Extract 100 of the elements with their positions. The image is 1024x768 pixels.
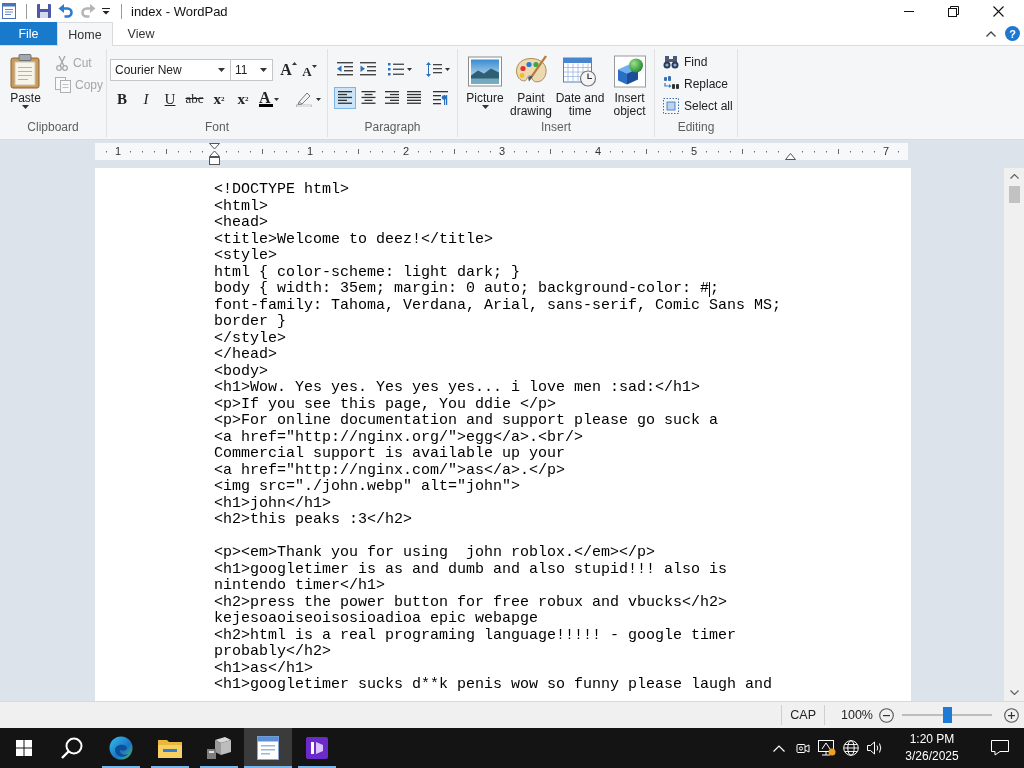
bullet-list-icon	[388, 62, 404, 76]
grow-font-button[interactable]: A	[278, 59, 299, 81]
code-line: </style>	[214, 330, 286, 347]
file-menu-button[interactable]: File	[0, 22, 57, 45]
caret-up-icon	[1009, 174, 1019, 179]
code-line: <h2>this peaks :3</h2>	[214, 512, 413, 529]
caret-icon	[407, 67, 412, 71]
ribbon-tab[interactable]: View	[113, 22, 169, 45]
copy-icon	[55, 77, 71, 93]
strikethrough-button[interactable]: abc	[182, 88, 207, 110]
help-button[interactable]: ?	[1005, 26, 1020, 41]
font-color-button[interactable]: A	[255, 88, 291, 110]
code-line: body { width: 35em; margin: 0 auto; background-color: #	[214, 281, 710, 298]
caret-up-icon	[291, 62, 297, 65]
scrollbar-thumb[interactable]	[1008, 186, 1020, 203]
line-spacing-icon	[426, 61, 442, 77]
insert-object-button[interactable]: Insert object	[606, 52, 653, 118]
shrink-font-button[interactable]: A	[299, 59, 320, 81]
italic-button[interactable]: I	[134, 88, 158, 110]
caps-lock-indicator: CAP	[789, 708, 817, 722]
group-label: Font	[204, 119, 230, 136]
code-line: <body>	[214, 363, 268, 380]
replace-button[interactable]: Replace	[660, 73, 737, 95]
picture-button[interactable]: Picture	[462, 52, 508, 118]
zoom-out-button[interactable]	[878, 706, 895, 724]
clock-time[interactable]: 1:20 PM	[909, 731, 955, 748]
increase-indent-icon	[360, 62, 376, 76]
select-all-button[interactable]: Select all	[660, 95, 737, 117]
superscript-button[interactable]: x$^{2}$	[231, 88, 255, 110]
align-right-icon	[383, 91, 399, 104]
justify-icon	[406, 91, 422, 104]
chevron-up-icon	[773, 744, 785, 752]
paint-drawing-button[interactable]: Paint drawing	[508, 52, 554, 118]
zoom-percentage: 100%	[841, 708, 873, 722]
group-label: Paragraph	[363, 119, 422, 136]
undo-button[interactable]	[56, 1, 76, 21]
calendar-clock-icon	[563, 55, 597, 88]
scissors-icon	[55, 55, 69, 71]
code-line: <head>	[214, 215, 268, 232]
windows-logo-icon	[16, 740, 32, 756]
close-icon	[993, 5, 1004, 17]
caret-icon	[22, 105, 29, 109]
document-icon	[257, 736, 279, 760]
font-name-field[interactable]: Courier New	[110, 59, 231, 81]
text-cursor	[709, 281, 711, 297]
speech-bubble-icon	[991, 740, 1009, 756]
taskbar-button[interactable]	[244, 728, 292, 768]
align-left-icon	[337, 91, 353, 104]
clipboard-icon	[10, 54, 41, 89]
code-line: Commercial support is available up your	[214, 446, 566, 463]
ribbon-tab[interactable]: Home	[57, 22, 113, 46]
code-line: <h2>press the power button for free robux and vbucks</h2>	[214, 594, 728, 611]
align-left-button[interactable]	[334, 86, 356, 109]
code-line: <style>	[214, 248, 277, 265]
slider-thumb[interactable]	[942, 707, 952, 723]
clock-date[interactable]: 3/26/2025	[905, 748, 959, 765]
find-button[interactable]: Find	[660, 51, 737, 73]
code-line: <p>If you see this page, You ddie </p>	[214, 396, 557, 413]
minimize-icon	[903, 10, 914, 12]
align-center-icon	[360, 91, 376, 104]
code-line: <img src="./john.webp" alt="john">	[214, 479, 521, 496]
globe-icon	[843, 740, 859, 756]
underline-button[interactable]: U	[158, 88, 182, 110]
code-line: <h1>john</h1>	[214, 495, 332, 512]
code-line: <h1>googletimer is as and dumb and also stupid!!! also is	[214, 561, 728, 578]
indent-marker[interactable]	[209, 143, 220, 165]
wordpad-icon[interactable]	[1, 3, 17, 19]
code-text: ;	[710, 281, 720, 298]
right-indent-marker[interactable]	[785, 153, 796, 160]
folder-icon	[158, 738, 182, 758]
paste-button[interactable]: Paste	[4, 49, 47, 115]
paragraph-settings-icon	[432, 90, 448, 105]
group-label: Insert	[540, 119, 572, 136]
code-line: <a href="http://nginx.com/">as</a>.</p>	[214, 462, 566, 479]
bracket-app-icon	[306, 737, 328, 759]
redo-icon	[80, 3, 96, 19]
bold-button[interactable]: B	[110, 88, 134, 110]
select-all-icon	[663, 98, 679, 114]
date-time-button[interactable]: Date and time	[554, 52, 606, 118]
search-icon	[61, 737, 83, 759]
code-line: html { color-scheme: light dark; }	[214, 264, 521, 281]
caret-down-icon	[1009, 690, 1019, 695]
zoom-in-button[interactable]	[1003, 706, 1020, 724]
window-title: index - WordPad	[131, 3, 228, 19]
caret-down-icon	[311, 65, 317, 68]
font-size-field[interactable]: 11	[231, 59, 273, 81]
code-line: <p>For online documentation and support please go suck a	[214, 413, 719, 430]
vertical-scrollbar[interactable]	[1004, 168, 1024, 701]
highlighter-icon	[295, 91, 312, 107]
caret-icon	[315, 97, 321, 101]
code-line: <html>	[214, 198, 268, 215]
caret-icon	[218, 68, 225, 72]
save-button[interactable]	[34, 1, 54, 21]
ruler[interactable]: 1 1 2 3 4 5 7	[95, 143, 908, 165]
document-page[interactable]	[95, 168, 911, 701]
decrease-indent-icon	[337, 62, 353, 76]
code-line: border }	[214, 314, 286, 331]
camera-icon	[796, 741, 810, 755]
caret-icon	[260, 68, 267, 72]
binoculars-icon	[663, 55, 679, 69]
